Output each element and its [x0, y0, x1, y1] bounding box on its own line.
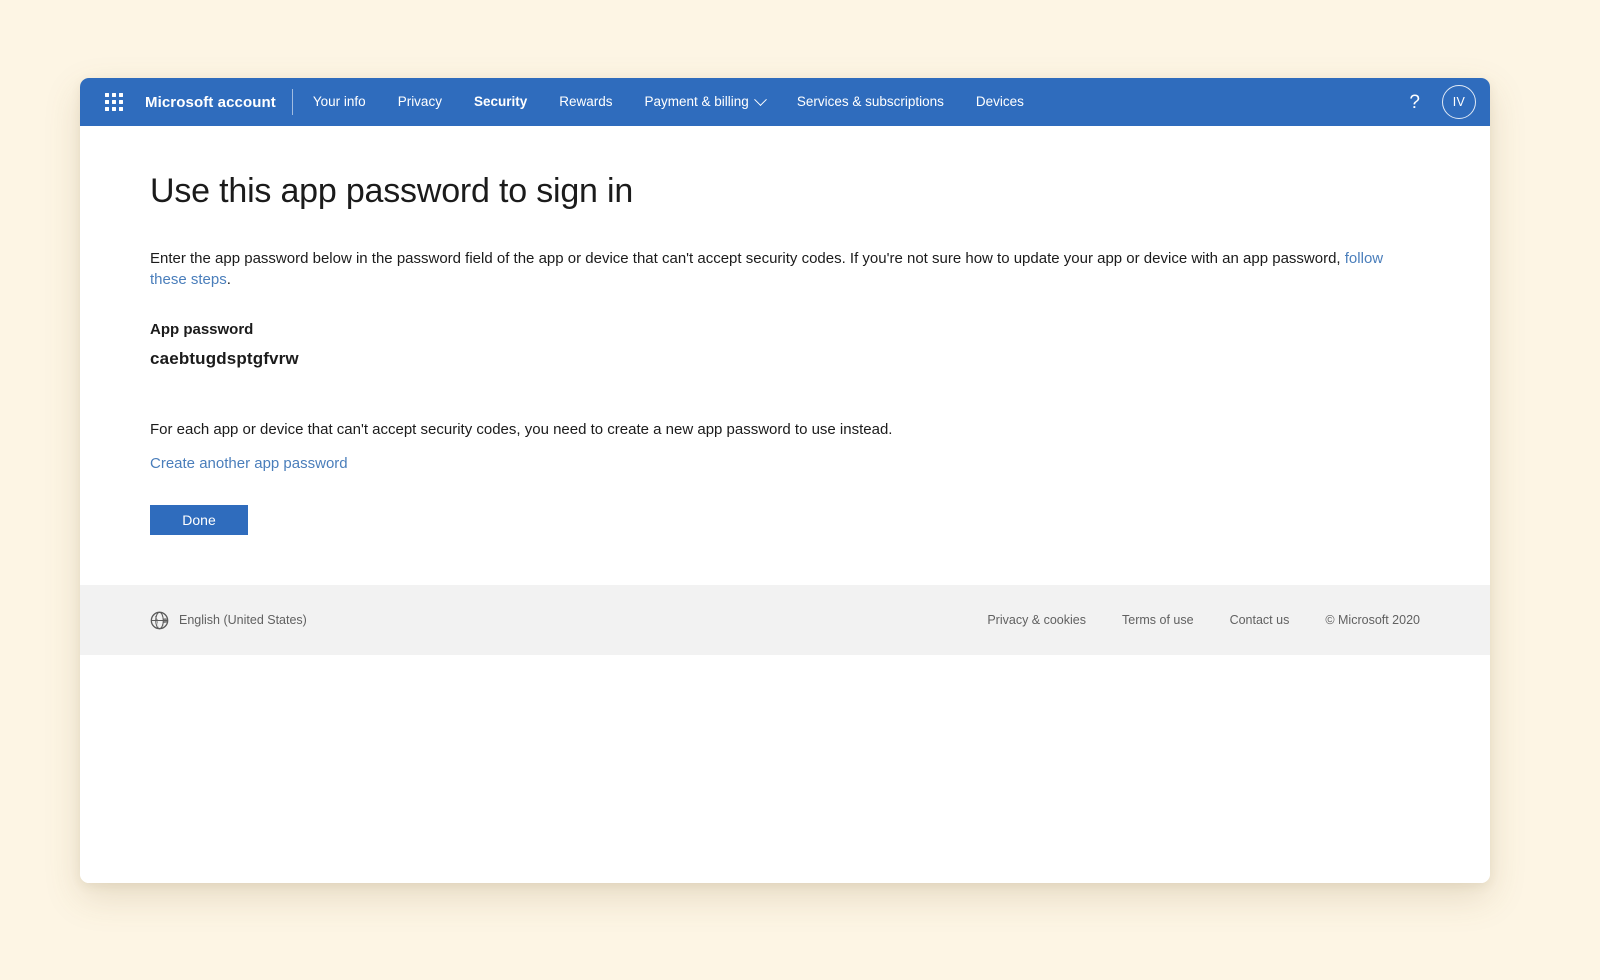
footer-copyright: © Microsoft 2020	[1325, 613, 1420, 627]
account-page-card: Microsoft account Your info Privacy Secu…	[80, 78, 1490, 883]
nav-items: Your info Privacy Security Rewards Payme…	[297, 78, 1040, 126]
nav-item-privacy[interactable]: Privacy	[382, 78, 458, 126]
nav-item-label: Your info	[312, 94, 366, 109]
help-icon[interactable]: ?	[1401, 89, 1428, 116]
app-launcher-waffle-icon	[105, 93, 123, 111]
nav-item-payment-and-billing[interactable]: Payment & billing	[629, 78, 781, 126]
nav-item-rewards[interactable]: Rewards	[543, 78, 628, 126]
nav-item-label: Rewards	[559, 94, 613, 109]
nav-item-services-and-subscriptions[interactable]: Services & subscriptions	[781, 78, 960, 126]
avatar[interactable]: IV	[1442, 85, 1476, 119]
nav-item-label: Devices	[975, 94, 1024, 109]
nav-item-label: Security	[473, 94, 528, 109]
chevron-down-icon	[753, 92, 767, 106]
nav-right-group: ? IV	[1401, 78, 1476, 126]
globe-icon	[150, 611, 169, 629]
footer-link-contact-us[interactable]: Contact us	[1230, 613, 1290, 627]
done-button[interactable]: Done	[150, 504, 248, 535]
nav-item-security[interactable]: Security	[458, 78, 543, 126]
footer-link-privacy-and-cookies[interactable]: Privacy & cookies	[987, 613, 1086, 627]
footer-link-terms-of-use[interactable]: Terms of use	[1122, 613, 1194, 627]
language-label: English (United States)	[179, 613, 307, 627]
main-content: Use this app password to sign in Enter t…	[80, 126, 1490, 585]
app-password-label: App password	[150, 320, 254, 338]
nav-item-devices[interactable]: Devices	[960, 78, 1040, 126]
brand-microsoft-account[interactable]: Microsoft account	[145, 94, 276, 111]
intro-text-after-link: .	[226, 271, 231, 289]
nav-item-label: Services & subscriptions	[796, 94, 944, 109]
create-new-note: For each app or device that can't accept…	[150, 420, 893, 438]
top-navigation-bar: Microsoft account Your info Privacy Secu…	[80, 78, 1490, 126]
page-title: Use this app password to sign in	[150, 172, 634, 210]
nav-item-label: Payment & billing	[644, 94, 749, 109]
nav-divider	[291, 89, 293, 115]
page-blank-area	[80, 655, 1490, 883]
app-launcher-button[interactable]	[92, 78, 136, 126]
intro-text-before-link: Enter the app password below in the pass…	[150, 250, 1345, 267]
page-footer: English (United States) Privacy & cookie…	[80, 585, 1490, 655]
nav-item-label: Privacy	[397, 94, 442, 109]
create-another-app-password-link[interactable]: Create another app password	[150, 455, 348, 472]
app-password-value: caebtugdsptgfvrw	[150, 348, 299, 368]
intro-paragraph: Enter the app password below in the pass…	[150, 248, 1392, 291]
footer-links: Privacy & cookies Terms of use Contact u…	[987, 613, 1420, 627]
nav-item-your-info[interactable]: Your info	[297, 78, 382, 126]
language-selector[interactable]: English (United States)	[150, 611, 307, 630]
